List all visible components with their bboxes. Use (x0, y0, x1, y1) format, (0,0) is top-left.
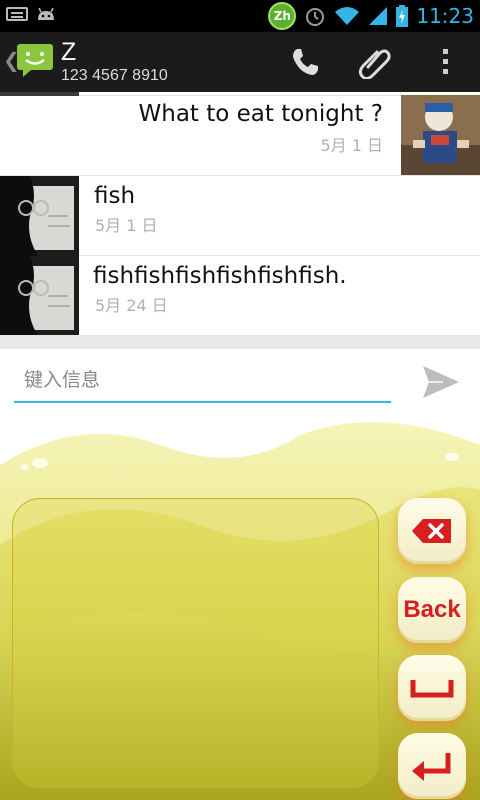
enter-icon (412, 753, 451, 781)
contact-avatar[interactable] (0, 256, 79, 335)
android-debug-icon (38, 7, 54, 20)
contact-avatar[interactable] (0, 176, 79, 256)
attach-button[interactable] (355, 42, 395, 82)
back-key[interactable]: Back (398, 577, 466, 643)
contact-name: Z (61, 38, 77, 66)
my-avatar[interactable] (401, 95, 480, 175)
message-item[interactable]: fishfishfishfishfishfish. 5月 24 日 (0, 256, 480, 335)
messaging-app-logo[interactable] (15, 42, 55, 78)
message-item[interactable]: What to eat tonight ? 5月 1 日 (0, 95, 480, 176)
message-item[interactable]: fish 5月 1 日 (0, 176, 480, 256)
send-icon (423, 366, 459, 398)
clock: 11:23 (416, 4, 474, 28)
message-text: What to eat tonight ? (138, 101, 384, 127)
phone-icon (293, 49, 318, 75)
divider (0, 335, 480, 349)
enter-key[interactable] (398, 733, 466, 799)
back-key-label: Back (403, 596, 461, 623)
action-bar: ❮ Z 123 4567 8910 (0, 32, 480, 92)
status-bar: Zh 11:23 (0, 0, 480, 32)
wifi-icon (335, 7, 360, 25)
delete-key[interactable] (398, 498, 466, 564)
send-button[interactable] (418, 359, 464, 405)
message-date: 5月 1 日 (95, 216, 158, 235)
call-button[interactable] (285, 42, 325, 82)
overflow-menu-icon (443, 49, 448, 74)
battery-icon (396, 5, 409, 27)
message-date: 5月 1 日 (320, 136, 383, 155)
contact-number: 123 4567 8910 (61, 67, 168, 84)
space-icon (410, 680, 454, 698)
handwriting-keyboard: Back (0, 415, 480, 800)
space-key[interactable] (398, 655, 466, 721)
keyboard-icon (6, 7, 28, 21)
message-text: fishfishfishfishfishfish. (93, 263, 347, 289)
backspace-icon (412, 519, 451, 543)
conversation-list[interactable]: What to eat tonight ? 5月 1 日 fish 5月 1 日… (0, 92, 480, 335)
alarm-icon (306, 8, 325, 26)
overflow-menu-button[interactable] (425, 42, 465, 82)
handwriting-pad[interactable] (12, 498, 379, 788)
ime-language-badge: Zh (268, 2, 297, 30)
message-input[interactable] (14, 359, 391, 403)
attach-icon (358, 49, 391, 79)
message-text: fish (94, 183, 136, 209)
compose-bar (0, 349, 480, 415)
message-date: 5月 24 日 (95, 296, 168, 315)
signal-icon (369, 7, 388, 25)
